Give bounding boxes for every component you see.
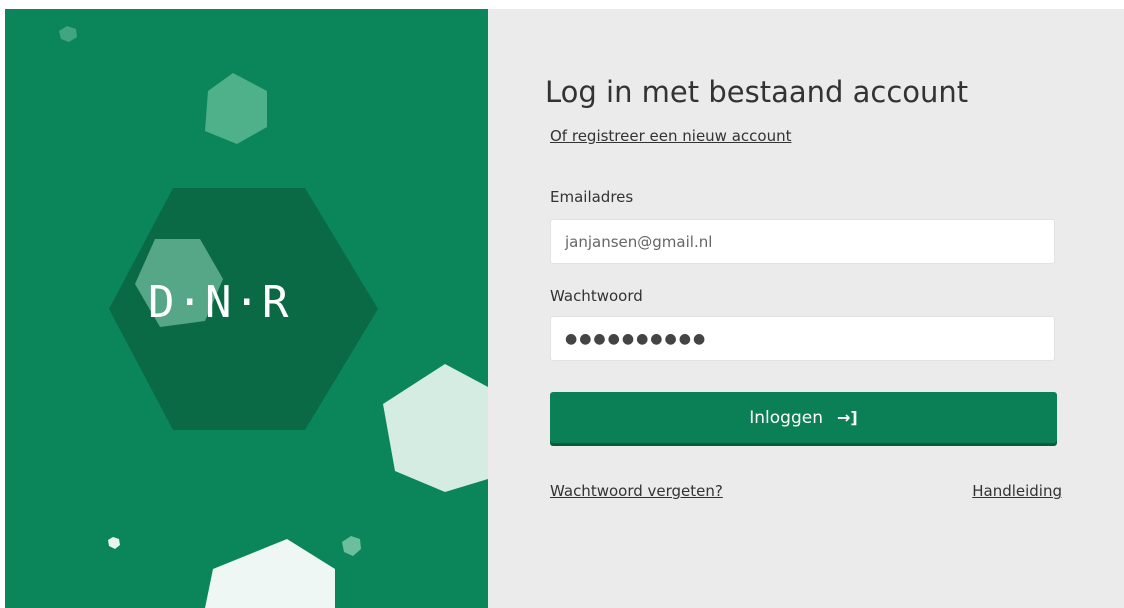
email-value: janjansen@gmail.nl bbox=[565, 232, 713, 251]
page-title: Log in met bestaand account bbox=[545, 75, 969, 109]
hexagon-bottom bbox=[205, 539, 335, 608]
register-link[interactable]: Of registreer een nieuw account bbox=[550, 127, 791, 145]
forgot-password-link[interactable]: Wachtwoord vergeten? bbox=[550, 482, 723, 500]
login-button[interactable]: Inloggen →] bbox=[550, 392, 1057, 443]
hexagon-dot-left bbox=[108, 537, 120, 549]
manual-link[interactable]: Handleiding bbox=[972, 482, 1062, 500]
password-value: ●●●●●●●●●● bbox=[565, 330, 708, 347]
email-field[interactable]: janjansen@gmail.nl bbox=[550, 219, 1055, 264]
hexagon-top bbox=[205, 73, 267, 144]
hexagon-right bbox=[383, 364, 488, 492]
email-label: Emailadres bbox=[550, 188, 634, 206]
logo-text: D·N·R bbox=[148, 277, 291, 328]
login-button-label: Inloggen bbox=[749, 407, 823, 428]
hexagon-small-top bbox=[59, 26, 77, 42]
login-arrow-icon: →] bbox=[837, 408, 858, 427]
password-field[interactable]: ●●●●●●●●●● bbox=[550, 316, 1055, 361]
password-label: Wachtwoord bbox=[550, 287, 643, 305]
hexagon-dot-bottom bbox=[342, 536, 361, 556]
brand-panel: D·N·R bbox=[5, 9, 488, 608]
